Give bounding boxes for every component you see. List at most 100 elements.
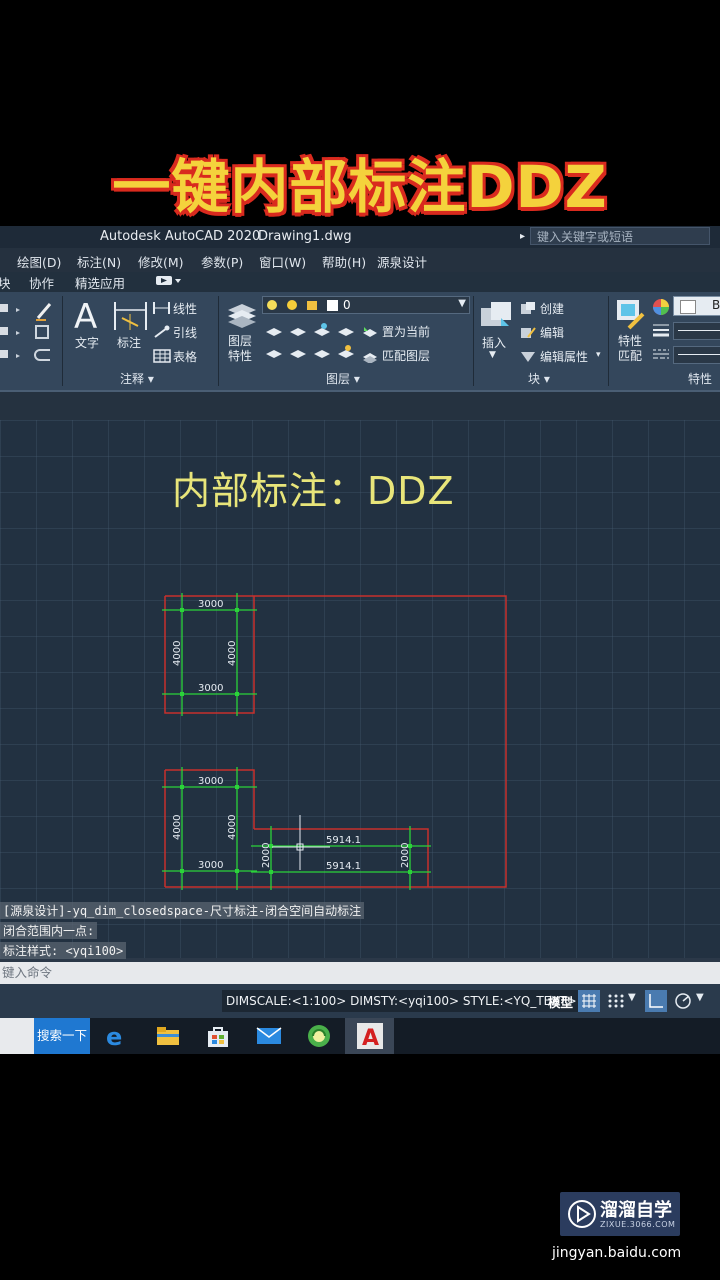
command-input[interactable]: 键入命令 xyxy=(0,962,720,984)
tab-featured-apps[interactable]: 精选应用 xyxy=(75,273,125,292)
drawing-canvas[interactable]: 内部标注：DDZ 3000 3000 3000 3000 5914.1 5914… xyxy=(0,420,720,958)
menu-yuanquan[interactable]: 源泉设计 xyxy=(377,252,427,271)
document-name: Drawing1.dwg xyxy=(258,229,352,244)
match-properties-icon[interactable] xyxy=(615,298,647,336)
layer-properties-label[interactable]: 图层 特性 xyxy=(228,334,252,364)
menu-modify[interactable]: 修改(M) xyxy=(138,252,184,271)
dim-text: 2000 xyxy=(400,843,411,868)
color-value: B xyxy=(712,298,720,312)
leader-icon xyxy=(153,324,171,343)
search-input[interactable]: 键入关键字或短语 xyxy=(530,227,710,245)
linear-dim-icon xyxy=(153,300,171,319)
ribbon-tab-bar: 块 协作 精选应用 xyxy=(0,272,720,292)
insert-block-label[interactable]: 插入 xyxy=(482,334,506,351)
dim-text: 5914.1 xyxy=(326,861,361,872)
menu-bar: 绘图(D) 标注(N) 修改(M) 参数(P) 窗口(W) 帮助(H) 源泉设计 xyxy=(0,248,720,272)
grid-toggle-icon[interactable] xyxy=(578,990,600,1012)
menu-dimension[interactable]: 标注(N) xyxy=(77,252,121,271)
source-watermark: jingyan.baidu.com xyxy=(552,1245,682,1261)
insert-dropdown-arrow-icon[interactable]: ▼ xyxy=(489,350,496,360)
table-icon xyxy=(153,348,171,367)
model-space-button[interactable]: 模型 xyxy=(548,992,573,1011)
layers-panel-title[interactable]: 图层 ▾ xyxy=(326,370,360,387)
match-layer-icon xyxy=(362,348,378,367)
watermark-url: ZIXUE.3066.COM xyxy=(600,1220,676,1229)
lineweight-dropdown[interactable] xyxy=(673,322,720,340)
autocad-app-icon: A xyxy=(357,1023,383,1049)
layer-tools-icons[interactable] xyxy=(264,322,364,366)
file-explorer-icon[interactable] xyxy=(156,1025,180,1051)
menu-parametric[interactable]: 参数(P) xyxy=(201,252,243,271)
dimension-tool-label[interactable]: 标注 xyxy=(117,334,141,351)
annotation-panel-title[interactable]: 注释 ▾ xyxy=(120,370,154,387)
dimension-tool-icon[interactable] xyxy=(112,300,150,338)
snap-dropdown-arrow-icon[interactable]: ▼ xyxy=(628,992,636,1003)
dimension-ticks xyxy=(180,608,412,874)
crosshair-cursor xyxy=(272,815,330,870)
lineweight-icon xyxy=(652,322,670,342)
color-dropdown[interactable]: B xyxy=(673,296,720,316)
layer-dropdown[interactable]: 0 ▼ xyxy=(262,296,470,314)
edge-browser-icon[interactable]: e xyxy=(104,1023,128,1052)
dim-text: 4000 xyxy=(172,815,183,840)
clipped-draw-tools[interactable] xyxy=(0,300,56,366)
taskbar-search-button[interactable]: 搜索一下 xyxy=(34,1018,90,1054)
windows-taskbar: 搜索一下 e A xyxy=(0,1018,720,1054)
floor-plan: 3000 3000 3000 3000 5914.1 5914.1 4000 4… xyxy=(162,593,507,890)
dim-text: 3000 xyxy=(198,599,223,610)
set-current-button[interactable]: 置为当前 xyxy=(382,323,430,340)
polar-tracking-icon[interactable] xyxy=(672,990,694,1012)
title-bar: Autodesk AutoCAD 2020 Drawing1.dwg ▸ 键入关… xyxy=(0,226,720,248)
store-icon[interactable] xyxy=(206,1024,230,1052)
video-title-banner: 一键内部标注DDZ xyxy=(112,153,608,221)
dimscale-status[interactable]: DIMSCALE:<1:100> DIMSTY:<yqi100> STYLE:<… xyxy=(222,990,581,1012)
edit-attributes-arrow-icon[interactable]: ▾ xyxy=(596,350,601,360)
autocad-taskbar-button[interactable]: A xyxy=(345,1018,394,1054)
block-panel-title[interactable]: 块 ▾ xyxy=(528,370,550,387)
360-browser-icon[interactable] xyxy=(306,1023,332,1053)
linetype-icon xyxy=(652,346,670,366)
taskbar-search-box[interactable] xyxy=(0,1018,34,1054)
svg-text:e: e xyxy=(106,1024,122,1048)
dim-text: 4000 xyxy=(227,641,238,666)
table-button[interactable]: 表格 xyxy=(173,348,197,365)
match-properties-label[interactable]: 特性 匹配 xyxy=(618,334,642,364)
ortho-toggle-icon[interactable] xyxy=(645,990,667,1012)
dim-text: 2000 xyxy=(261,843,272,868)
layer-properties-icon[interactable] xyxy=(224,298,258,336)
match-layer-button[interactable]: 匹配图层 xyxy=(382,347,430,364)
mail-icon[interactable] xyxy=(256,1026,282,1050)
linetype-dropdown[interactable] xyxy=(673,346,720,364)
site-watermark: 溜溜自学 ZIXUE.3066.COM xyxy=(560,1192,680,1236)
polar-dropdown-arrow-icon[interactable]: ▼ xyxy=(696,992,704,1003)
command-history: [源泉设计]-yq_dim_closedspace-尺寸标注-闭合空间自动标注 … xyxy=(0,902,720,962)
tab-overflow-icon[interactable] xyxy=(155,272,183,291)
set-current-icon xyxy=(362,324,378,343)
command-history-line: 闭合范围内一点: xyxy=(0,922,98,939)
autocad-window: Autodesk AutoCAD 2020 Drawing1.dwg ▸ 键入关… xyxy=(0,226,720,1054)
text-tool-icon[interactable]: A xyxy=(72,297,102,337)
menu-draw[interactable]: 绘图(D) xyxy=(17,252,61,271)
svg-text:A: A xyxy=(74,298,97,332)
edit-attributes-button[interactable]: 编辑属性 xyxy=(540,348,588,365)
tab-collaborate[interactable]: 协作 xyxy=(29,273,54,292)
snap-toggle-icon[interactable] xyxy=(605,990,627,1012)
insert-block-icon[interactable] xyxy=(479,298,513,336)
leader-button[interactable]: 引线 xyxy=(173,324,197,341)
app-name: Autodesk AutoCAD 2020 xyxy=(100,229,261,244)
tab-block[interactable]: 块 xyxy=(0,273,11,292)
edit-attributes-icon xyxy=(520,348,536,367)
create-block-button[interactable]: 创建 xyxy=(540,300,564,317)
file-tab-strip xyxy=(0,390,720,420)
dim-text: 5914.1 xyxy=(326,835,361,846)
dim-text: 4000 xyxy=(227,815,238,840)
linear-dim-button[interactable]: 线性 xyxy=(173,300,197,317)
menu-help[interactable]: 帮助(H) xyxy=(322,252,366,271)
edit-block-button[interactable]: 编辑 xyxy=(540,324,564,341)
menu-window[interactable]: 窗口(W) xyxy=(259,252,306,271)
dim-text: 3000 xyxy=(198,776,223,787)
dimension-texts: 3000 3000 3000 3000 5914.1 5914.1 4000 4… xyxy=(172,599,411,872)
search-expand-icon[interactable]: ▸ xyxy=(520,231,525,242)
command-history-line: [源泉设计]-yq_dim_closedspace-尺寸标注-闭合空间自动标注 xyxy=(0,902,365,919)
text-tool-label[interactable]: 文字 xyxy=(75,334,99,351)
